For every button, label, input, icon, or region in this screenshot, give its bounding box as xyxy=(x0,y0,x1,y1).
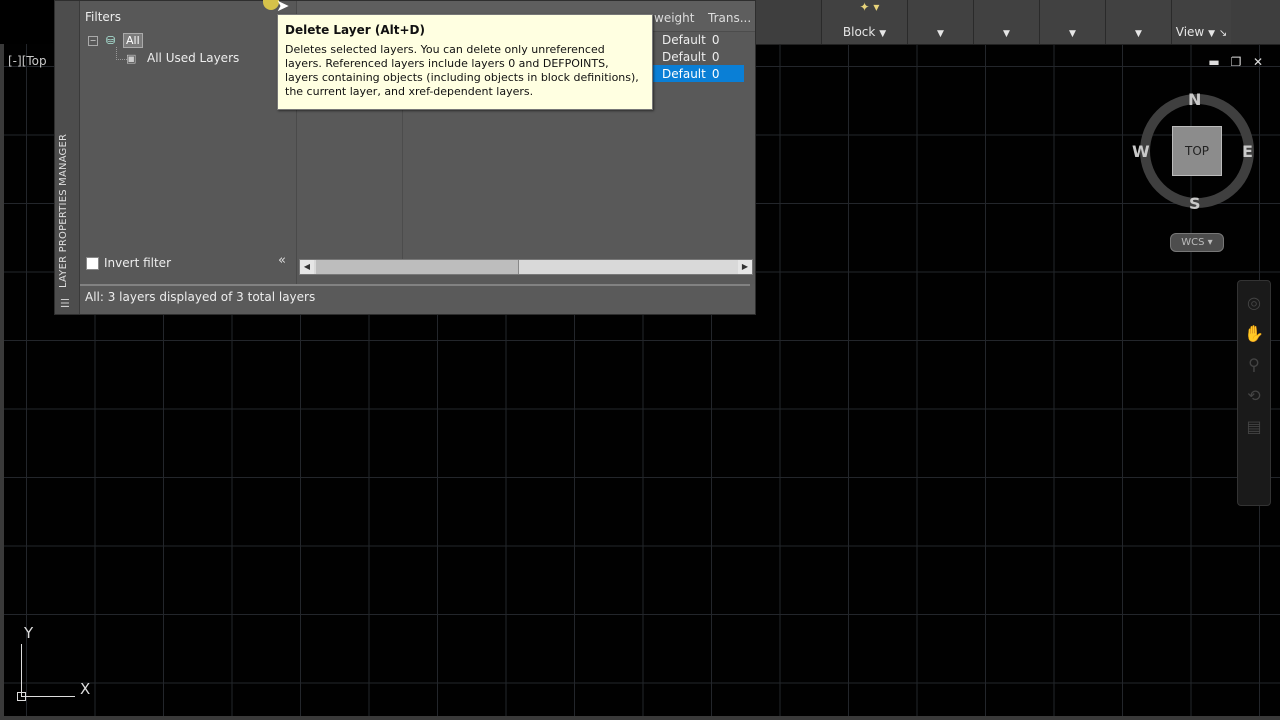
chevron-down-icon[interactable]: ▼ xyxy=(1003,29,1010,39)
tooltip-body: Deletes selected layers. You can delete … xyxy=(285,43,639,98)
table-row[interactable]: Default 0 xyxy=(655,48,749,65)
wcs-label: WCS xyxy=(1181,237,1205,248)
filters-title: Filters xyxy=(85,10,121,24)
close-icon[interactable]: ✕ xyxy=(1252,56,1264,68)
filter-all-used-layers[interactable]: All Used Layers xyxy=(147,51,239,65)
collapse-pane-icon[interactable]: « xyxy=(278,253,286,268)
ucs-y-label: Y xyxy=(24,624,34,642)
navigation-bar: ◎ ✋ ⚲ ⟲ ▤ xyxy=(1237,280,1271,506)
zoom-icon[interactable]: ⚲ xyxy=(1238,355,1270,374)
ucs-origin-icon xyxy=(17,692,26,701)
viewport-label[interactable]: [-][Top xyxy=(8,54,47,68)
steering-wheel-icon[interactable]: ◎ xyxy=(1238,293,1270,312)
ribbon-panel-2[interactable]: ▼ xyxy=(907,0,973,44)
insert-block-icon[interactable]: ✦ ▾ xyxy=(860,0,880,14)
transparency-cell: 0 xyxy=(711,32,720,47)
scrollbar-thumb[interactable] xyxy=(316,260,519,274)
invert-filter-label: Invert filter xyxy=(104,256,171,270)
wcs-menu[interactable]: WCS ▾ xyxy=(1170,233,1224,252)
ribbon-panel-label: Block xyxy=(842,25,876,39)
compass-south[interactable]: S xyxy=(1189,194,1201,213)
restore-icon[interactable]: ❐ xyxy=(1230,56,1242,68)
ribbon-panel-5[interactable]: ▼ xyxy=(1105,0,1171,44)
ribbon-spacer xyxy=(755,0,821,44)
collapse-tree-icon[interactable]: − xyxy=(88,36,98,46)
palette-title: LAYER PROPERTIES MANAGER xyxy=(58,133,69,288)
chevron-down-icon[interactable]: ▼ xyxy=(879,29,886,39)
scroll-right-icon[interactable]: ▶ xyxy=(738,260,752,274)
tooltip: Delete Layer (Alt+D) Deletes selected la… xyxy=(277,14,653,110)
minimize-icon[interactable]: ▬ xyxy=(1208,56,1220,68)
status-text: All: 3 layers displayed of 3 total layer… xyxy=(85,290,316,304)
layers-icon[interactable]: ☰ xyxy=(60,297,74,310)
horizontal-scrollbar[interactable]: ◀ ▶ xyxy=(299,259,753,275)
compass-east[interactable]: E xyxy=(1242,142,1253,161)
viewcube-top-face[interactable]: TOP xyxy=(1172,126,1222,176)
column-lineweight[interactable]: weight xyxy=(654,11,694,25)
lineweight-cell: Default xyxy=(662,49,706,64)
invert-filter[interactable]: Invert filter xyxy=(86,256,171,270)
column-transparency[interactable]: Trans... xyxy=(708,11,751,25)
mouse-pointer-icon: ➤ xyxy=(276,0,290,15)
ribbon-panel-view[interactable]: View ▼ ↘ xyxy=(1171,0,1231,44)
ribbon-panel-4[interactable]: ▼ xyxy=(1039,0,1105,44)
ribbon-panel-3[interactable]: ▼ xyxy=(973,0,1039,44)
filters-pane: Filters − ⛁ All ▣ All Used Layers Invert… xyxy=(80,1,297,284)
chevron-down-icon[interactable]: ▼ xyxy=(1208,29,1215,39)
scroll-left-icon[interactable]: ◀ xyxy=(300,260,314,274)
chevron-down-icon[interactable]: ▼ xyxy=(937,29,944,39)
table-row-selected[interactable]: Default 0 xyxy=(650,65,744,82)
compass-west[interactable]: W xyxy=(1132,142,1150,161)
ucs-y-axis xyxy=(21,644,22,696)
filter-used-icon: ▣ xyxy=(126,52,137,65)
filter-all-icon: ⛁ xyxy=(106,34,116,47)
transparency-cell: 0 xyxy=(711,49,720,64)
lineweight-cell: Default xyxy=(662,32,706,47)
showmotion-icon[interactable]: ▤ xyxy=(1238,417,1270,436)
palette-title-bar[interactable]: LAYER PROPERTIES MANAGER ☰ xyxy=(55,1,80,314)
ribbon-panel-block[interactable]: ✦ ▾ Block ▼ xyxy=(821,0,907,44)
chevron-down-icon[interactable]: ▼ xyxy=(1069,29,1076,39)
ucs-x-axis xyxy=(21,696,75,697)
dialog-launcher-icon[interactable]: ↘ xyxy=(1219,28,1227,39)
compass-north[interactable]: N xyxy=(1188,90,1201,109)
chevron-down-icon[interactable]: ▼ xyxy=(1135,29,1142,39)
ribbon-panel-label: View xyxy=(1175,25,1205,39)
ribbon: ✦ ▾ Block ▼ ▼ ▼ ▼ ▼ View ▼ ↘ xyxy=(755,0,1280,45)
ucs-x-label: X xyxy=(80,680,91,698)
viewport-window-controls: ▬ ❐ ✕ xyxy=(1208,56,1264,68)
filter-all[interactable]: All xyxy=(123,33,143,48)
status-divider xyxy=(80,284,750,286)
table-row[interactable]: Default 0 xyxy=(655,31,749,48)
transparency-cell: 0 xyxy=(711,66,720,81)
ribbon-spacer xyxy=(1231,0,1278,44)
pan-icon[interactable]: ✋ xyxy=(1238,324,1270,343)
orbit-icon[interactable]: ⟲ xyxy=(1238,386,1270,405)
tooltip-title: Delete Layer (Alt+D) xyxy=(285,23,425,37)
lineweight-cell: Default xyxy=(662,66,706,81)
invert-filter-checkbox[interactable] xyxy=(86,256,99,270)
